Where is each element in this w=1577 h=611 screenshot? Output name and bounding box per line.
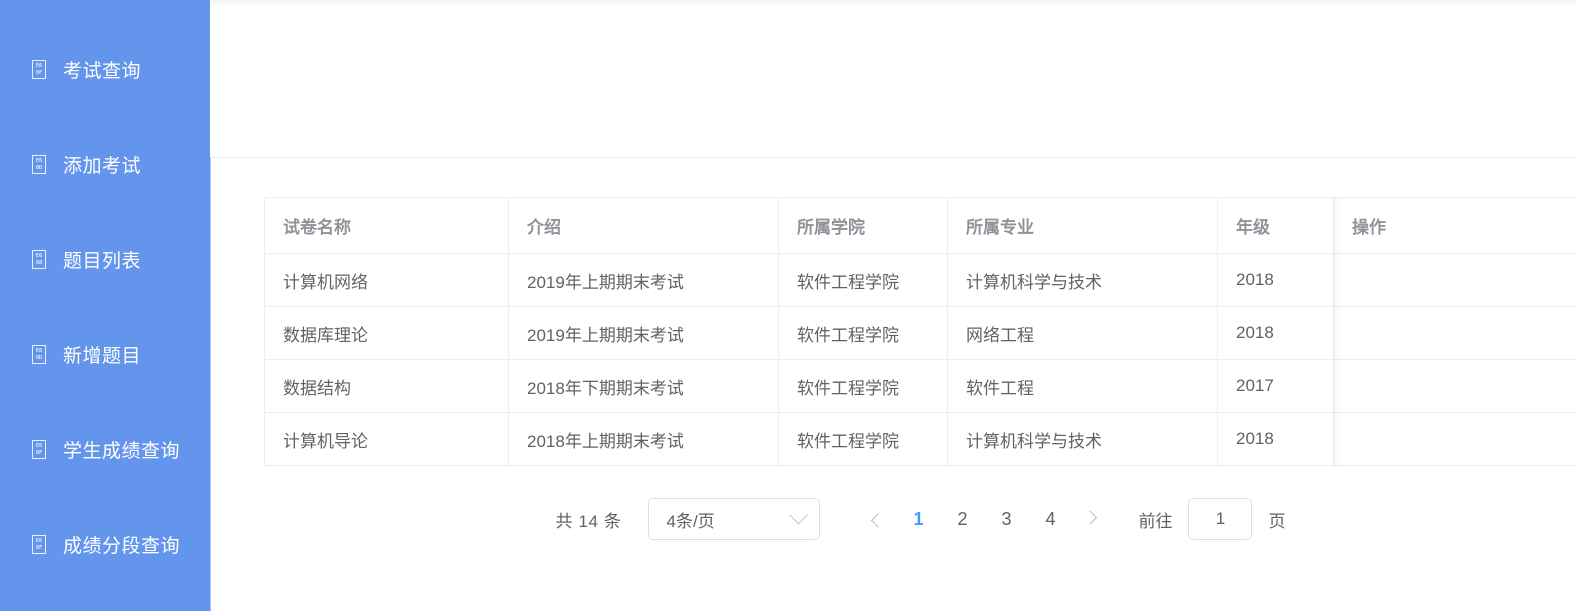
cell-paper-name: 数据结构 xyxy=(264,359,509,413)
main-content: 试卷名称 介绍 所属学院 所属专业 年级 操作 计算机网络 2019年上期期末考… xyxy=(210,0,1577,611)
cell-grade: 2017 xyxy=(1217,359,1334,413)
cell-paper-name: 计算机网络 xyxy=(264,253,509,307)
table-body: 计算机网络 2019年上期期末考试 软件工程学院 计算机科学与技术 2018 数… xyxy=(264,253,1577,466)
sidebar-menu: E6 0F 考试查询 E6 0D 添加考试 E6 08 题目列表 E6 0D 新… xyxy=(0,0,210,592)
sidebar-item-student-score-query[interactable]: E6 0F 学生成绩查询 xyxy=(0,402,210,497)
cell-college: 软件工程学院 xyxy=(778,253,948,307)
table-row[interactable]: 计算机导论 2018年上期期末考试 软件工程学院 计算机科学与技术 2018 xyxy=(264,412,1577,466)
page-button-3[interactable]: 3 xyxy=(984,501,1028,537)
missing-glyph-e608-icon: E6 08 xyxy=(32,250,46,269)
missing-glyph-e60f-icon: E6 0F xyxy=(32,535,46,554)
column-header-intro[interactable]: 介绍 xyxy=(508,197,779,254)
page-button-2[interactable]: 2 xyxy=(940,501,984,537)
missing-glyph-e60f-icon: E6 0F xyxy=(32,440,46,459)
cell-intro: 2018年下期期末考试 xyxy=(508,359,779,413)
sidebar-item-label: 成绩分段查询 xyxy=(63,536,181,557)
page-button-4[interactable]: 4 xyxy=(1028,501,1072,537)
jump-unit-label: 页 xyxy=(1268,511,1286,531)
column-header-action[interactable]: 操作 xyxy=(1333,197,1577,254)
pagination: 共 14 条 4条/页 1 2 3 4 前往 页 xyxy=(264,493,1577,545)
cell-major: 计算机科学与技术 xyxy=(947,253,1218,307)
page-size-value: 4条/页 xyxy=(666,511,715,531)
cell-college: 软件工程学院 xyxy=(778,306,948,360)
chevron-left-icon xyxy=(871,513,886,528)
cell-action[interactable] xyxy=(1333,306,1577,360)
sidebar-item-question-list[interactable]: E6 08 题目列表 xyxy=(0,212,210,307)
table-row[interactable]: 计算机网络 2019年上期期末考试 软件工程学院 计算机科学与技术 2018 xyxy=(264,253,1577,307)
missing-glyph-e60f-icon: E6 0F xyxy=(32,60,46,79)
cell-major: 网络工程 xyxy=(947,306,1218,360)
cell-intro: 2018年上期期末考试 xyxy=(508,412,779,466)
cell-grade: 2018 xyxy=(1217,306,1334,360)
top-bar xyxy=(210,0,1577,158)
sidebar-item-score-range-query[interactable]: E6 0F 成绩分段查询 xyxy=(0,497,210,592)
cell-college: 软件工程学院 xyxy=(778,412,948,466)
column-header-paper-name[interactable]: 试卷名称 xyxy=(264,197,509,254)
page-button-1[interactable]: 1 xyxy=(896,501,940,537)
chevron-down-icon xyxy=(789,505,809,524)
next-page-button[interactable] xyxy=(1072,501,1108,537)
column-header-major[interactable]: 所属专业 xyxy=(947,197,1218,254)
table-header-row: 试卷名称 介绍 所属学院 所属专业 年级 操作 xyxy=(264,197,1577,254)
sidebar-item-add-question[interactable]: E6 0D 新增题目 xyxy=(0,307,210,402)
app-root: E6 0F 考试查询 E6 0D 添加考试 E6 08 题目列表 E6 0D 新… xyxy=(0,0,1577,611)
cell-grade: 2018 xyxy=(1217,253,1334,307)
cell-intro: 2019年上期期末考试 xyxy=(508,253,779,307)
sidebar-item-exam-query[interactable]: E6 0F 考试查询 xyxy=(0,22,210,117)
table-header: 试卷名称 介绍 所属学院 所属专业 年级 操作 xyxy=(264,197,1577,254)
column-header-grade[interactable]: 年级 xyxy=(1217,197,1334,254)
pagination-total: 共 14 条 xyxy=(555,511,622,531)
sidebar-item-label: 添加考试 xyxy=(63,156,142,177)
missing-glyph-e60d-icon: E6 0D xyxy=(32,155,46,174)
jump-label: 前往 xyxy=(1138,511,1173,531)
cell-major: 计算机科学与技术 xyxy=(947,412,1218,466)
prev-page-button[interactable] xyxy=(860,501,896,537)
sidebar-item-label: 题目列表 xyxy=(63,251,142,272)
cell-intro: 2019年上期期末考试 xyxy=(508,306,779,360)
cell-grade: 2018 xyxy=(1217,412,1334,466)
sidebar: E6 0F 考试查询 E6 0D 添加考试 E6 08 题目列表 E6 0D 新… xyxy=(0,0,210,611)
sidebar-item-label: 新增题目 xyxy=(63,346,142,367)
missing-glyph-e60d-icon: E6 0D xyxy=(32,345,46,364)
cell-paper-name: 计算机导论 xyxy=(264,412,509,466)
cell-action[interactable] xyxy=(1333,253,1577,307)
sidebar-item-label: 学生成绩查询 xyxy=(63,441,181,462)
cell-action[interactable] xyxy=(1333,412,1577,466)
sidebar-item-add-exam[interactable]: E6 0D 添加考试 xyxy=(0,117,210,212)
cell-major: 软件工程 xyxy=(947,359,1218,413)
page-size-select[interactable]: 4条/页 xyxy=(648,498,821,540)
jump-page-input[interactable] xyxy=(1188,498,1253,540)
sidebar-item-label: 考试查询 xyxy=(63,61,142,82)
chevron-right-icon xyxy=(1083,510,1098,525)
cell-paper-name: 数据库理论 xyxy=(264,306,509,360)
top-bar-shadow xyxy=(210,0,1577,7)
table-row[interactable]: 数据库理论 2019年上期期末考试 软件工程学院 网络工程 2018 xyxy=(264,306,1577,360)
column-header-college[interactable]: 所属学院 xyxy=(778,197,948,254)
exam-table: 试卷名称 介绍 所属学院 所属专业 年级 操作 计算机网络 2019年上期期末考… xyxy=(264,197,1577,466)
cell-college: 软件工程学院 xyxy=(778,359,948,413)
table-row[interactable]: 数据结构 2018年下期期末考试 软件工程学院 软件工程 2017 xyxy=(264,359,1577,413)
cell-action[interactable] xyxy=(1333,359,1577,413)
exam-table-container: 试卷名称 介绍 所属学院 所属专业 年级 操作 计算机网络 2019年上期期末考… xyxy=(264,197,1577,466)
